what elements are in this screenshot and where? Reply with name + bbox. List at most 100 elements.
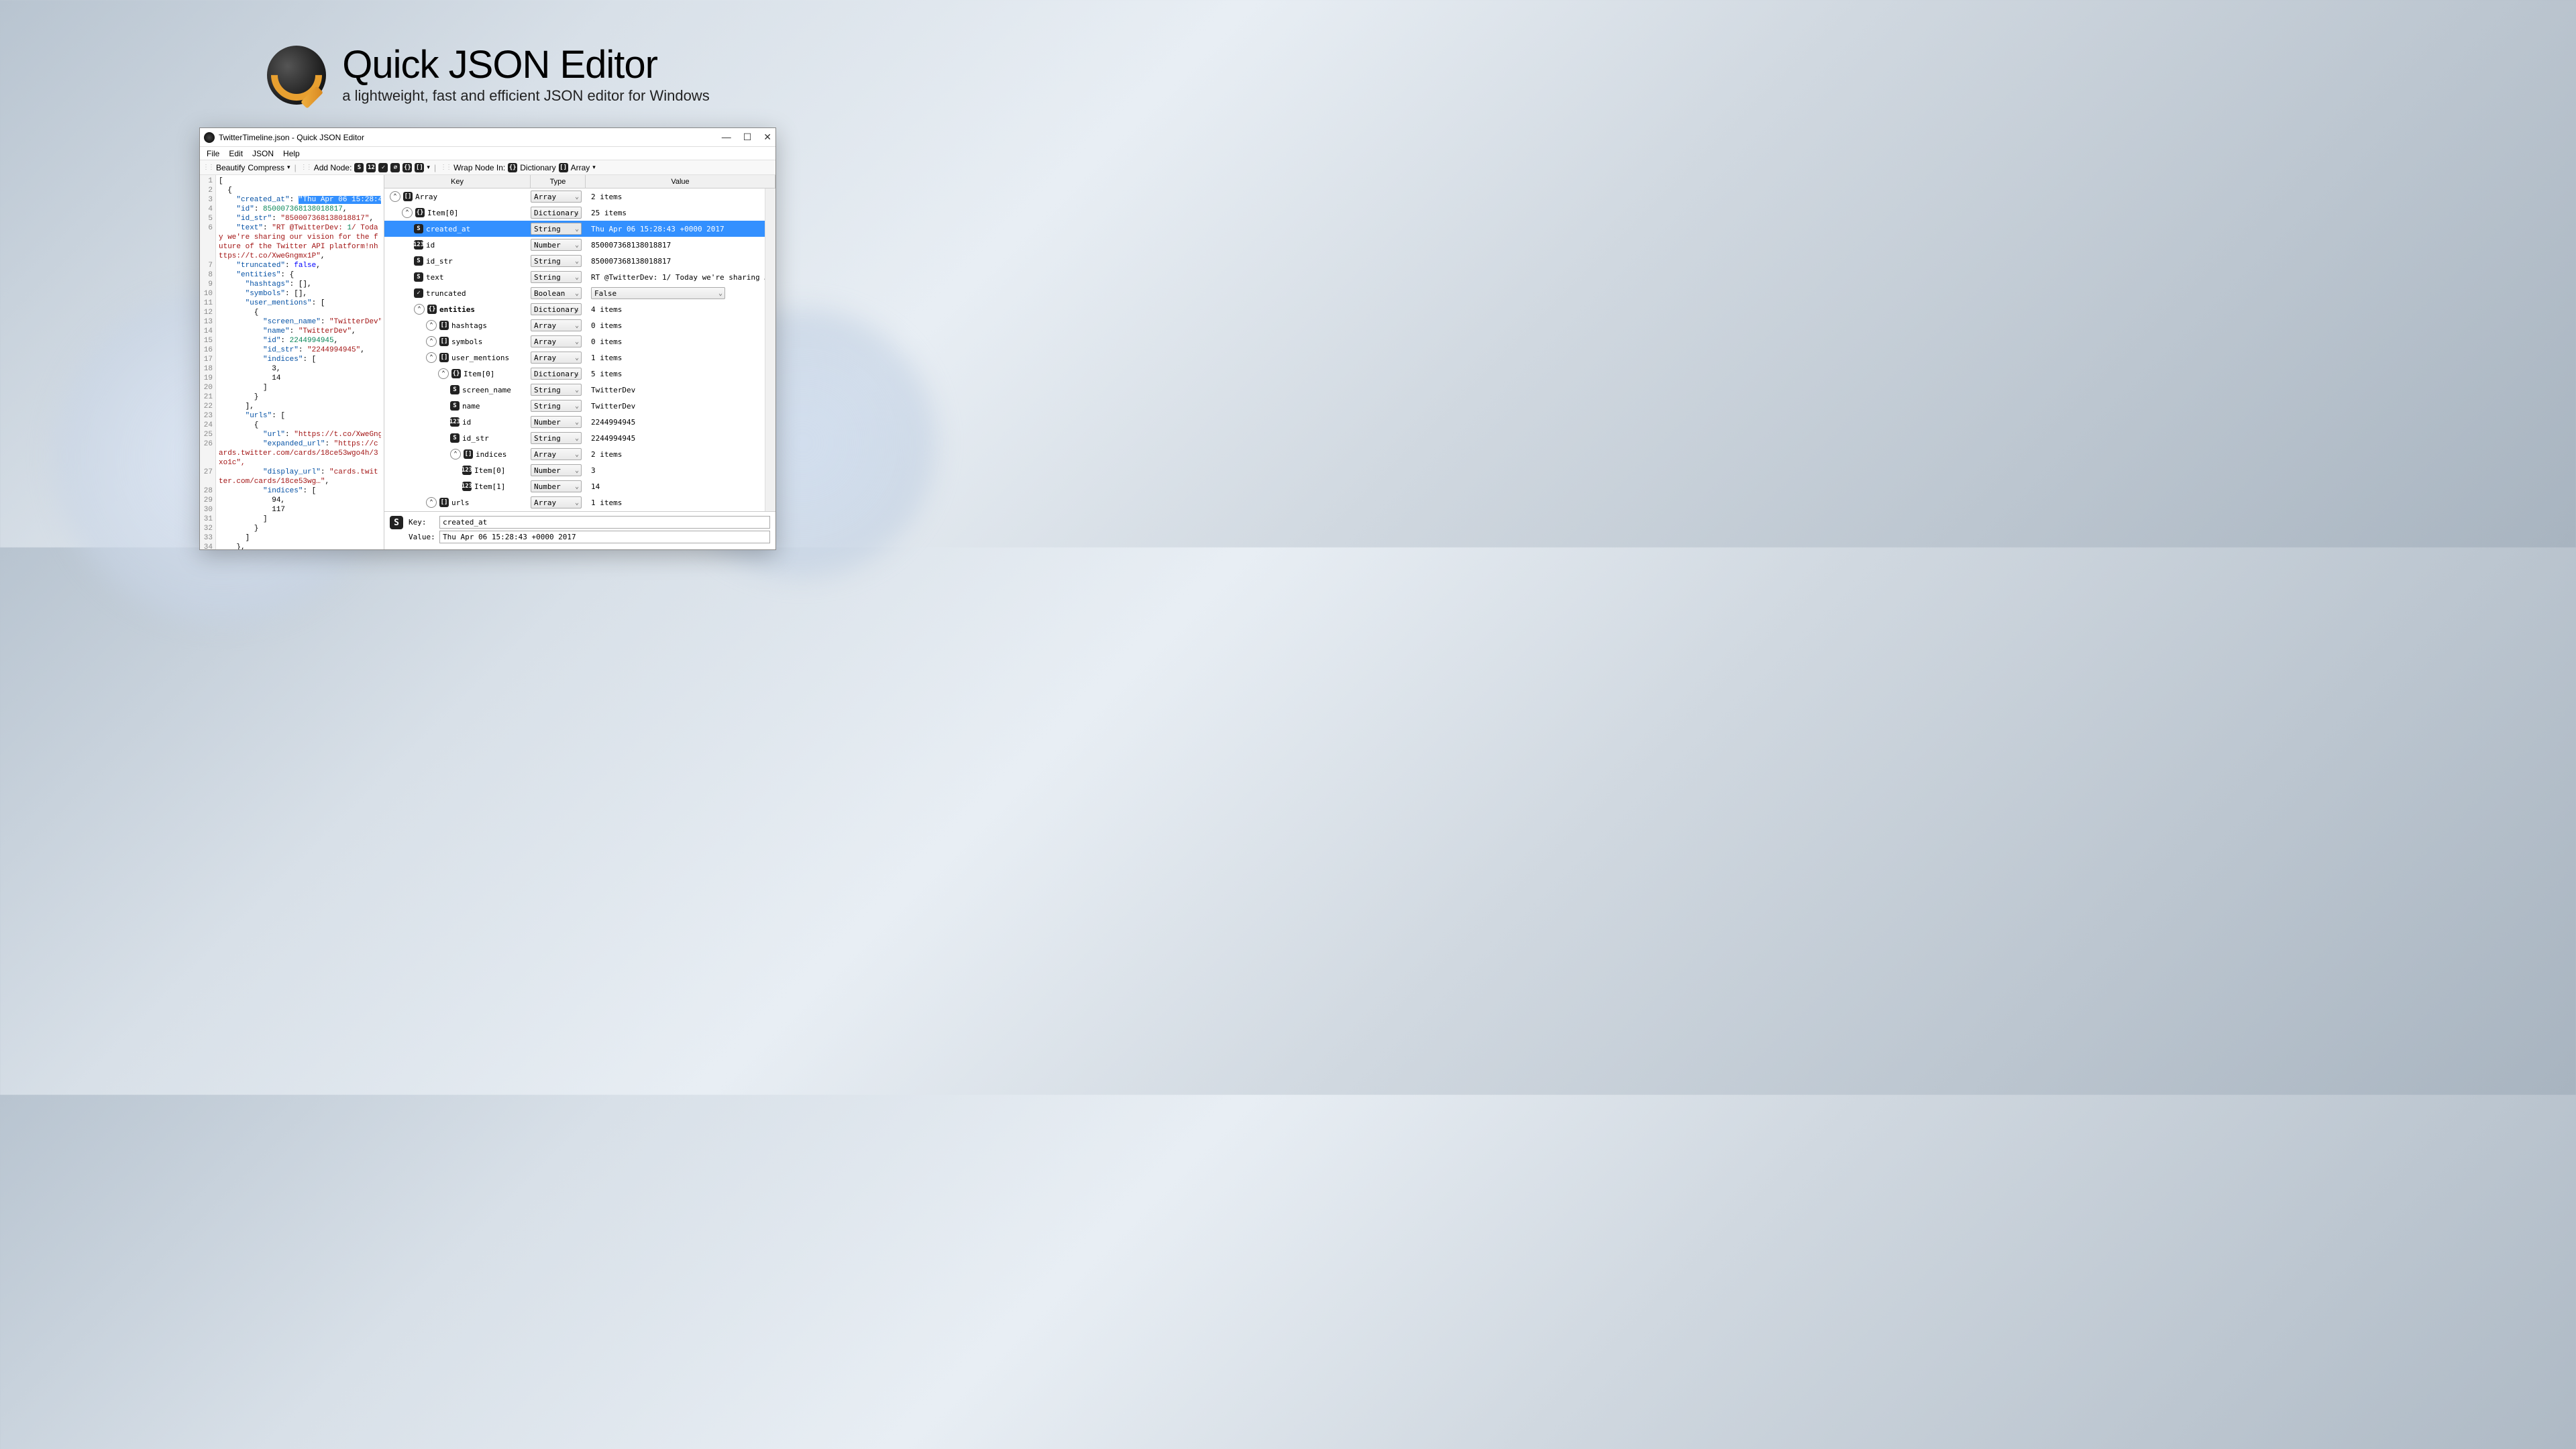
tree-row[interactable]: SnameStringTwitterDev — [384, 398, 775, 414]
column-type[interactable]: Type — [531, 175, 586, 188]
maximize-button[interactable]: ☐ — [743, 131, 752, 143]
tree-row[interactable]: ⌃[]indicesArray2 items — [384, 446, 775, 462]
type-dropdown[interactable]: String — [531, 255, 582, 267]
tree-key-label: indices — [476, 450, 506, 459]
type-dropdown[interactable]: Number — [531, 480, 582, 492]
collapse-icon[interactable]: ⌃ — [390, 191, 400, 202]
type-dropdown[interactable]: String — [531, 432, 582, 444]
wrap-arr-icon[interactable]: [] — [559, 163, 568, 172]
detail-type-badge: S — [390, 516, 403, 529]
column-key[interactable]: Key — [384, 175, 531, 188]
tree-row[interactable]: 123Item[1]Number14 — [384, 478, 775, 494]
column-value[interactable]: Value — [586, 175, 775, 188]
tree-value: 5 items — [586, 370, 775, 378]
compress-button[interactable]: Compress — [248, 163, 284, 172]
add-number-button[interactable]: 12 — [366, 163, 376, 172]
tree-row[interactable]: ⌃{}Item[0]Dictionary5 items — [384, 366, 775, 382]
tree-key-label: name — [462, 402, 480, 411]
collapse-icon[interactable]: ⌃ — [426, 336, 437, 347]
menu-edit[interactable]: Edit — [225, 148, 247, 160]
wrap-dict-button[interactable]: Dictionary — [520, 163, 555, 172]
collapse-icon[interactable]: ⌃ — [426, 497, 437, 508]
code-content[interactable]: [ { "created_at": "Thu Apr 06 15:28:43 +… — [216, 175, 384, 549]
tree-row[interactable]: ✓truncatedBooleanFalse — [384, 285, 775, 301]
menu-help[interactable]: Help — [279, 148, 304, 160]
tree-row[interactable]: ⌃[]urlsArray1 items — [384, 494, 775, 511]
app-logo-icon — [267, 46, 326, 105]
tree-row[interactable]: Sscreen_nameStringTwitterDev — [384, 382, 775, 398]
tree-key-label: urls — [451, 498, 470, 507]
type-dropdown[interactable]: Number — [531, 239, 582, 251]
add-array-button[interactable]: [] — [415, 163, 424, 172]
hero: Quick JSON Editor a lightweight, fast an… — [0, 46, 977, 105]
collapse-icon[interactable]: ⌃ — [402, 207, 413, 218]
type-dropdown[interactable]: String — [531, 400, 582, 412]
tree-row[interactable]: StextStringRT @TwitterDev: 1/ Today we'r… — [384, 269, 775, 285]
tree-value: 850007368138018817 — [586, 257, 775, 266]
tree-key-label: created_at — [426, 225, 470, 233]
tree-row[interactable]: 123idNumber2244994945 — [384, 414, 775, 430]
tree-row[interactable]: 123idNumber850007368138018817 — [384, 237, 775, 253]
code-editor-pane[interactable]: 123456 789101112131415161718192021222324… — [200, 175, 384, 549]
type-dropdown[interactable]: Dictionary — [531, 368, 582, 380]
tree-row[interactable]: 123Item[0]Number3 — [384, 462, 775, 478]
wrap-array-button[interactable]: Array — [571, 163, 590, 172]
type-dropdown[interactable]: Dictionary — [531, 303, 582, 315]
tree-body[interactable]: ⌃[]ArrayArray2 items⌃{}Item[0]Dictionary… — [384, 189, 775, 511]
menu-json[interactable]: JSON — [248, 148, 278, 160]
titlebar[interactable]: TwitterTimeline.json - Quick JSON Editor… — [200, 128, 775, 147]
type-dropdown[interactable]: String — [531, 384, 582, 396]
wrap-dropdown-icon[interactable]: ▾ — [592, 164, 596, 171]
collapse-icon[interactable]: ⌃ — [438, 368, 449, 379]
collapse-icon[interactable]: ⌃ — [426, 352, 437, 363]
type-dropdown[interactable]: Number — [531, 464, 582, 476]
type-dropdown[interactable]: String — [531, 271, 582, 283]
menu-file[interactable]: File — [203, 148, 223, 160]
tree-row[interactable]: ⌃[]symbolsArray0 items — [384, 333, 775, 350]
tree-row[interactable]: ⌃[]ArrayArray2 items — [384, 189, 775, 205]
add-node-dropdown-icon[interactable]: ▾ — [427, 164, 430, 171]
detail-key-input[interactable] — [439, 516, 770, 529]
type-dropdown[interactable]: Array — [531, 191, 582, 203]
tree-row[interactable]: ⌃[]hashtagsArray0 items — [384, 317, 775, 333]
type-dropdown[interactable]: Array — [531, 496, 582, 508]
value-dropdown[interactable]: False — [591, 287, 725, 299]
type-badge-icon: S — [450, 401, 460, 411]
collapse-icon[interactable]: ⌃ — [450, 449, 461, 460]
type-dropdown[interactable]: Array — [531, 335, 582, 347]
titlebar-icon — [204, 132, 215, 143]
tree-value: 1 items — [586, 354, 775, 362]
detail-value-input[interactable] — [439, 531, 770, 543]
type-dropdown[interactable]: Array — [531, 319, 582, 331]
tree-header: Key Type Value — [384, 175, 775, 189]
type-dropdown[interactable]: Array — [531, 352, 582, 364]
add-null-button[interactable]: ∅ — [390, 163, 400, 172]
type-dropdown[interactable]: Array — [531, 448, 582, 460]
collapse-icon[interactable]: ⌃ — [426, 320, 437, 331]
compress-dropdown-icon[interactable]: ▾ — [287, 164, 290, 171]
type-dropdown[interactable]: Dictionary — [531, 207, 582, 219]
tree-value: Thu Apr 06 15:28:43 +0000 2017 — [586, 225, 775, 233]
collapse-icon[interactable]: ⌃ — [414, 304, 425, 315]
type-dropdown[interactable]: Number — [531, 416, 582, 428]
add-dictionary-button[interactable]: {} — [402, 163, 412, 172]
type-dropdown[interactable]: String — [531, 223, 582, 235]
type-badge-icon: {} — [427, 305, 437, 314]
beautify-button[interactable]: Beautify — [216, 163, 245, 172]
type-badge-icon: [] — [439, 498, 449, 507]
tree-row[interactable]: ⌃{}entitiesDictionary4 items — [384, 301, 775, 317]
add-boolean-button[interactable]: ✓ — [378, 163, 388, 172]
add-string-button[interactable]: S — [354, 163, 364, 172]
wrap-dict-icon[interactable]: {} — [508, 163, 517, 172]
tree-row[interactable]: Screated_atStringThu Apr 06 15:28:43 +00… — [384, 221, 775, 237]
type-badge-icon: ✓ — [414, 288, 423, 298]
tree-row[interactable]: Sid_strString2244994945 — [384, 430, 775, 446]
tree-row[interactable]: ⌃[]user_mentionsArray1 items — [384, 350, 775, 366]
scrollbar[interactable] — [765, 189, 775, 511]
tree-row[interactable]: Sid_strString850007368138018817 — [384, 253, 775, 269]
type-dropdown[interactable]: Boolean — [531, 287, 582, 299]
close-button[interactable]: ✕ — [763, 131, 771, 143]
minimize-button[interactable]: — — [722, 131, 731, 143]
tree-row[interactable]: ⌃{}Item[0]Dictionary25 items — [384, 205, 775, 221]
type-badge-icon: S — [414, 272, 423, 282]
